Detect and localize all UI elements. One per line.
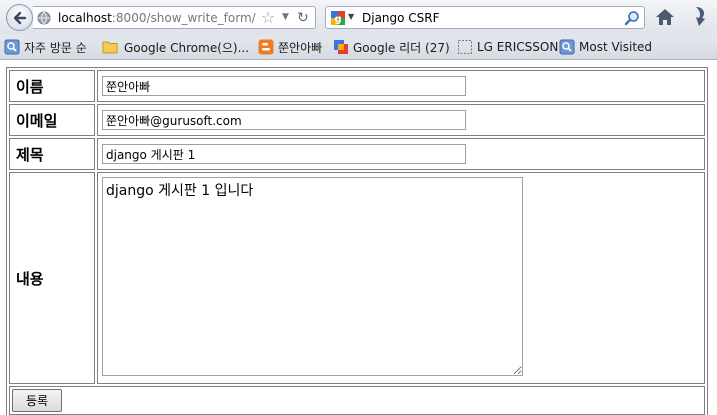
subject-row: 제목 [9,138,705,170]
back-arrow-icon [13,11,26,24]
email-input[interactable] [102,110,466,130]
write-form-table: 이름 이메일 제목 내용 django 게시판 1 입니다 등록 [6,67,708,415]
content-textarea[interactable]: django 게시판 1 입니다 [102,177,523,376]
bookmark-google-reader[interactable]: Google 리더 (27) [333,39,450,55]
magnifier-icon[interactable] [624,10,640,26]
reload-icon[interactable]: ↻ [297,9,309,27]
bookmark-label: Google Chrome(으)... [124,40,250,55]
bookmark-star-icon[interactable]: ☆ [261,8,275,28]
svg-text:g: g [334,14,341,25]
navigation-toolbar: localhost:8000/show_write_form/ ☆ ▼ ↻ g … [0,0,717,35]
submit-row: 등록 [9,386,705,415]
bookmarks-toolbar: 자주 방문 순 Google Chrome(으)... 쭌안아빠 Google … [0,35,717,60]
bookmark-frequent[interactable]: 자주 방문 순 [4,39,87,55]
folder-icon [102,41,118,54]
bookmark-label: Most Visited [579,40,653,54]
submit-button[interactable]: 등록 [12,389,62,412]
search-bar[interactable]: g ▼ Django CSRF [325,6,645,29]
downloads-icon[interactable] [691,6,709,28]
address-bar[interactable]: localhost:8000/show_write_form/ ☆ ▼ ↻ [33,6,316,29]
bookmark-label: 자주 방문 순 [24,40,87,55]
url-path: :8000/show_write_form/ [111,11,256,25]
search-engine-dropdown-icon[interactable]: ▼ [348,12,354,21]
subject-label: 제목 [9,138,95,170]
email-row: 이메일 [9,104,705,136]
google-icon: g [331,11,345,25]
bookmark-search-icon [4,39,20,55]
bookmark-search-icon [559,39,575,55]
back-button[interactable] [6,4,33,31]
url-text[interactable]: localhost:8000/show_write_form/ [58,11,256,25]
name-input[interactable] [102,76,466,96]
content-row: 내용 django 게시판 1 입니다 [9,172,705,384]
name-label: 이름 [9,70,95,102]
bookmark-label: LG ERICSSON [477,40,559,54]
blogger-icon [258,39,274,55]
bookmark-most-visited[interactable]: Most Visited [559,39,652,55]
history-dropdown-icon[interactable]: ▼ [282,12,289,22]
bookmark-blog[interactable]: 쭌안아빠 [258,39,322,55]
home-icon[interactable] [655,8,675,26]
bookmark-label: 쭌안아빠 [278,40,323,55]
blank-page-icon [458,40,472,54]
google-reader-icon [334,40,348,54]
content-label: 내용 [9,172,95,384]
bookmark-label: Google 리더 (27) [353,40,450,55]
url-host: localhost [58,11,112,25]
bookmark-chrome-folder[interactable]: Google Chrome(으)... [102,39,249,55]
email-label: 이메일 [9,104,95,136]
search-input[interactable]: Django CSRF [362,11,440,25]
page-content: 이름 이메일 제목 내용 django 게시판 1 입니다 등록 [0,61,717,415]
globe-icon [37,11,51,25]
bookmark-lg-ericsson[interactable]: LG ERICSSON [457,39,558,55]
subject-input[interactable] [102,144,466,164]
name-row: 이름 [9,70,705,102]
